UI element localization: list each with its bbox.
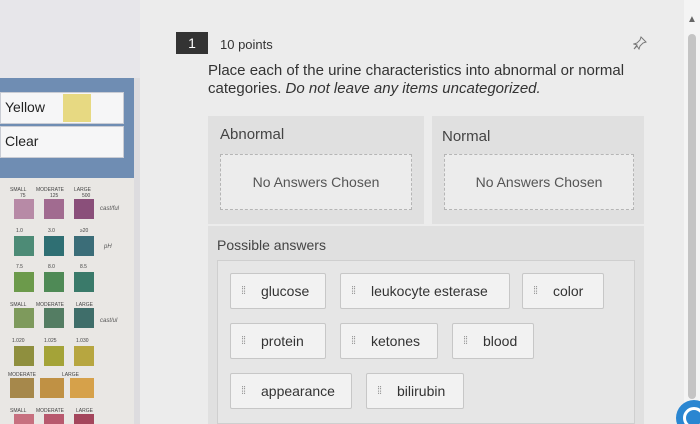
- chart-swatch: [44, 414, 64, 424]
- chart-label: 1.0: [16, 228, 23, 234]
- color-row-label: Yellow: [5, 99, 45, 115]
- chart-swatch: [44, 308, 64, 328]
- answer-chip-label: glucose: [261, 283, 310, 299]
- chart-label: 3.0: [48, 228, 55, 234]
- answer-chip-label: leukocyte esterase: [371, 283, 488, 299]
- color-row-clear: Clear: [0, 126, 124, 158]
- chart-label: 8.0: [48, 264, 55, 270]
- chart-label: 1.020: [12, 338, 25, 344]
- question-prompt: Place each of the urine characteristics …: [208, 62, 628, 98]
- chart-swatch: [14, 308, 34, 328]
- question-points: 10 points: [220, 37, 273, 52]
- answer-chip-label: blood: [483, 333, 518, 349]
- chart-swatch: [74, 199, 94, 219]
- chart-swatch: [74, 308, 94, 328]
- answer-chip-glucose[interactable]: ⁞⁞ glucose: [230, 273, 326, 309]
- question-prompt-emphasis: Do not leave any items uncategorized.: [285, 80, 541, 97]
- drag-handle-icon: ⁞⁞: [377, 385, 382, 397]
- handwritten-note: cast/ful: [100, 206, 120, 212]
- chart-label: ≥20: [80, 228, 89, 234]
- answer-chip-label: appearance: [261, 383, 335, 399]
- drag-handle-icon: ⁞⁞: [241, 385, 246, 397]
- scroll-up-arrow-icon[interactable]: ▲: [687, 14, 697, 25]
- question-number-badge: 1: [176, 32, 208, 54]
- pin-icon[interactable]: [632, 36, 647, 53]
- category-normal: Normal No Answers Chosen: [432, 116, 644, 224]
- color-row-label: Clear: [5, 133, 39, 149]
- chart-label: 7.5: [16, 264, 23, 270]
- scrollbar-thumb[interactable]: [688, 34, 696, 399]
- chart-swatch: [14, 346, 34, 366]
- urine-strip-chart: SMALL MODERATE LARGE 75 125 500 cast/ful…: [0, 178, 134, 424]
- category-title: Abnormal: [220, 126, 285, 143]
- chart-swatch: [14, 236, 34, 256]
- chart-swatch: [74, 272, 94, 292]
- chart-swatch: [44, 199, 64, 219]
- color-row-yellow: Yellow: [0, 92, 124, 124]
- handwritten-note: cast/ul: [100, 318, 118, 324]
- chart-swatch: [44, 236, 64, 256]
- reference-image-top: [0, 0, 140, 78]
- drop-zone-abnormal[interactable]: No Answers Chosen: [220, 154, 412, 210]
- category-title: Normal: [442, 128, 491, 145]
- answer-chip-leukocyte-esterase[interactable]: ⁞⁞ leukocyte esterase: [340, 273, 510, 309]
- possible-answers-section: Possible answers ⁞⁞ glucose ⁞⁞ leukocyte e…: [208, 226, 644, 424]
- drag-handle-icon: ⁞⁞: [351, 335, 356, 347]
- drop-zone-normal[interactable]: No Answers Chosen: [444, 154, 634, 210]
- chart-swatch: [74, 236, 94, 256]
- answer-chip-ketones[interactable]: ⁞⁞ ketones: [340, 323, 438, 359]
- drag-handle-icon: ⁞⁞: [533, 285, 538, 297]
- possible-answers-title: Possible answers: [217, 237, 326, 253]
- chart-swatch: [40, 378, 64, 398]
- help-button-icon: [683, 407, 700, 424]
- chart-swatch: [70, 378, 94, 398]
- reference-image-panel: Yellow Clear SMALL MODERATE LARGE 75 125…: [0, 0, 140, 424]
- chart-swatch: [44, 272, 64, 292]
- drag-handle-icon: ⁞⁞: [463, 335, 468, 347]
- chart-swatch: [74, 414, 94, 424]
- drag-handle-icon: ⁞⁞: [351, 285, 356, 297]
- chart-swatch: [44, 346, 64, 366]
- drag-handle-icon: ⁞⁞: [241, 335, 246, 347]
- category-abnormal: Abnormal No Answers Chosen: [208, 116, 424, 224]
- answer-chip-label: bilirubin: [397, 383, 446, 399]
- yellow-swatch: [63, 94, 91, 122]
- chart-swatch: [74, 346, 94, 366]
- chart-swatch: [14, 199, 34, 219]
- chart-swatch: [14, 272, 34, 292]
- answer-chip-label: color: [553, 283, 584, 299]
- chart-label: 1.025: [44, 338, 57, 344]
- handwritten-note: pH: [104, 244, 112, 250]
- answer-chip-blood[interactable]: ⁞⁞ blood: [452, 323, 534, 359]
- chart-swatch: [10, 378, 34, 398]
- answer-chip-appearance[interactable]: ⁞⁞ appearance: [230, 373, 352, 409]
- chart-swatch: [14, 414, 34, 424]
- answer-chip-label: ketones: [371, 333, 421, 349]
- chart-label: 1.030: [76, 338, 89, 344]
- possible-answers-list: ⁞⁞ glucose ⁞⁞ leukocyte esterase ⁞⁞ color ⁞…: [217, 260, 635, 424]
- answer-chip-bilirubin[interactable]: ⁞⁞ bilirubin: [366, 373, 464, 409]
- answer-chip-protein[interactable]: ⁞⁞ protein: [230, 323, 326, 359]
- drag-handle-icon: ⁞⁞: [241, 285, 246, 297]
- answer-chip-label: protein: [261, 333, 304, 349]
- answer-chip-color[interactable]: ⁞⁞ color: [522, 273, 604, 309]
- chart-label: 8.5: [80, 264, 87, 270]
